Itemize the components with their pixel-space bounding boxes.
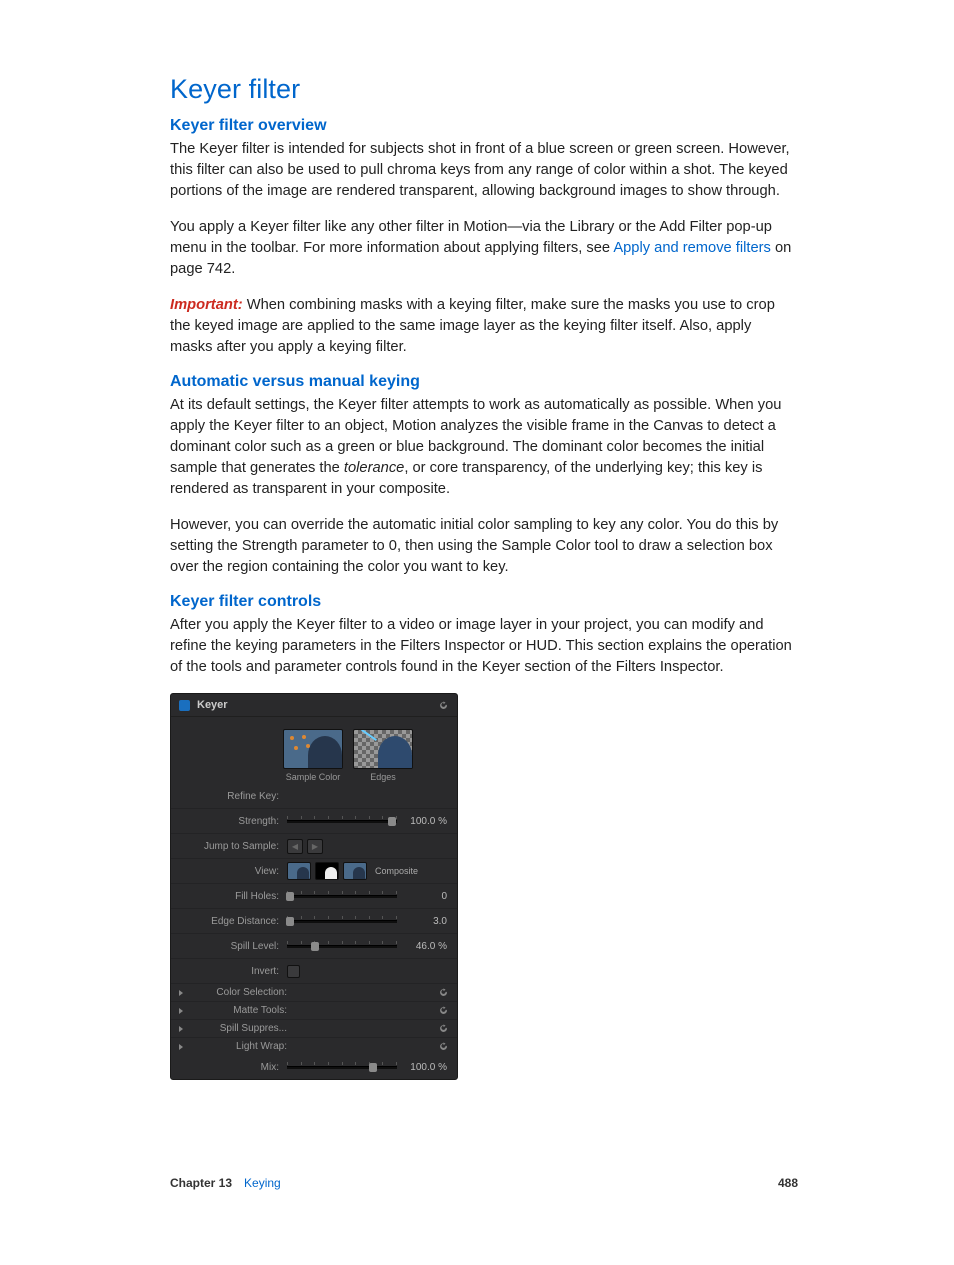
invert-checkbox[interactable] — [287, 965, 300, 978]
view-composite-button[interactable] — [287, 862, 311, 880]
edge-distance-value[interactable]: 3.0 — [401, 916, 449, 927]
strength-slider[interactable] — [287, 815, 397, 827]
disclosure-triangle-icon[interactable] — [179, 1044, 183, 1050]
fill-holes-label: Fill Holes: — [179, 891, 287, 902]
fill-holes-slider[interactable] — [287, 890, 397, 902]
edge-distance-slider[interactable] — [287, 915, 397, 927]
reset-icon[interactable] — [438, 987, 449, 998]
spill-suppression-label: Spill Suppres... — [187, 1023, 295, 1034]
color-selection-label: Color Selection: — [187, 987, 295, 998]
disclosure-triangle-icon[interactable] — [179, 990, 183, 996]
invert-label: Invert: — [179, 966, 287, 977]
fill-holes-value[interactable]: 0 — [401, 891, 449, 902]
view-matte-button[interactable] — [315, 862, 339, 880]
refine-key-label: Refine Key: — [179, 791, 287, 802]
filter-enable-checkbox[interactable] — [179, 700, 190, 711]
disclosure-triangle-icon[interactable] — [179, 1008, 183, 1014]
disclosure-triangle-icon[interactable] — [179, 1026, 183, 1032]
sample-color-label: Sample Color — [286, 772, 341, 782]
strength-value[interactable]: 100.0 % — [401, 816, 449, 827]
paragraph: The Keyer filter is intended for subject… — [170, 139, 795, 202]
paragraph-important: Important: When combining masks with a k… — [170, 295, 795, 358]
link-apply-remove-filters[interactable]: Apply and remove filters — [613, 240, 771, 256]
main-heading: Keyer filter — [170, 74, 795, 105]
matte-tools-label: Matte Tools: — [187, 1005, 295, 1016]
reset-icon[interactable] — [438, 1041, 449, 1052]
keyer-inspector-panel: Keyer Sample Color — [170, 693, 458, 1080]
view-mode-label: Composite — [375, 866, 418, 876]
paragraph: However, you can override the automatic … — [170, 515, 795, 578]
mix-value[interactable]: 100.0 % — [401, 1062, 449, 1073]
jump-prev-button[interactable]: ◀ — [287, 839, 303, 854]
spill-level-value[interactable]: 46.0 % — [401, 941, 449, 952]
mix-slider[interactable] — [287, 1061, 397, 1073]
reset-icon[interactable] — [438, 1023, 449, 1034]
view-original-button[interactable] — [343, 862, 367, 880]
paragraph: You apply a Keyer filter like any other … — [170, 217, 795, 280]
paragraph: At its default settings, the Keyer filte… — [170, 395, 795, 500]
spill-level-label: Spill Level: — [179, 941, 287, 952]
strength-label: Strength: — [179, 816, 287, 827]
reset-icon[interactable] — [438, 700, 449, 711]
mix-label: Mix: — [179, 1062, 287, 1073]
sample-color-thumbnail[interactable] — [283, 729, 343, 769]
jump-next-button[interactable]: ▶ — [307, 839, 323, 854]
spill-level-slider[interactable] — [287, 940, 397, 952]
section-heading-overview: Keyer filter overview — [170, 117, 795, 135]
paragraph: After you apply the Keyer filter to a vi… — [170, 615, 795, 678]
light-wrap-label: Light Wrap: — [187, 1041, 295, 1052]
footer-page-number: 488 — [778, 1176, 798, 1190]
footer-chapter: Chapter 13 — [170, 1176, 232, 1190]
section-heading-auto: Automatic versus manual keying — [170, 373, 795, 391]
panel-title: Keyer — [197, 699, 438, 711]
important-label: Important: — [170, 297, 247, 313]
edge-distance-label: Edge Distance: — [179, 916, 287, 927]
jump-to-sample-label: Jump to Sample: — [179, 841, 287, 852]
footer-chapter-name[interactable]: Keying — [244, 1176, 778, 1190]
view-label: View: — [179, 866, 287, 877]
reset-icon[interactable] — [438, 1005, 449, 1016]
edges-thumbnail[interactable] — [353, 729, 413, 769]
section-heading-controls: Keyer filter controls — [170, 593, 795, 611]
edges-label: Edges — [370, 772, 396, 782]
